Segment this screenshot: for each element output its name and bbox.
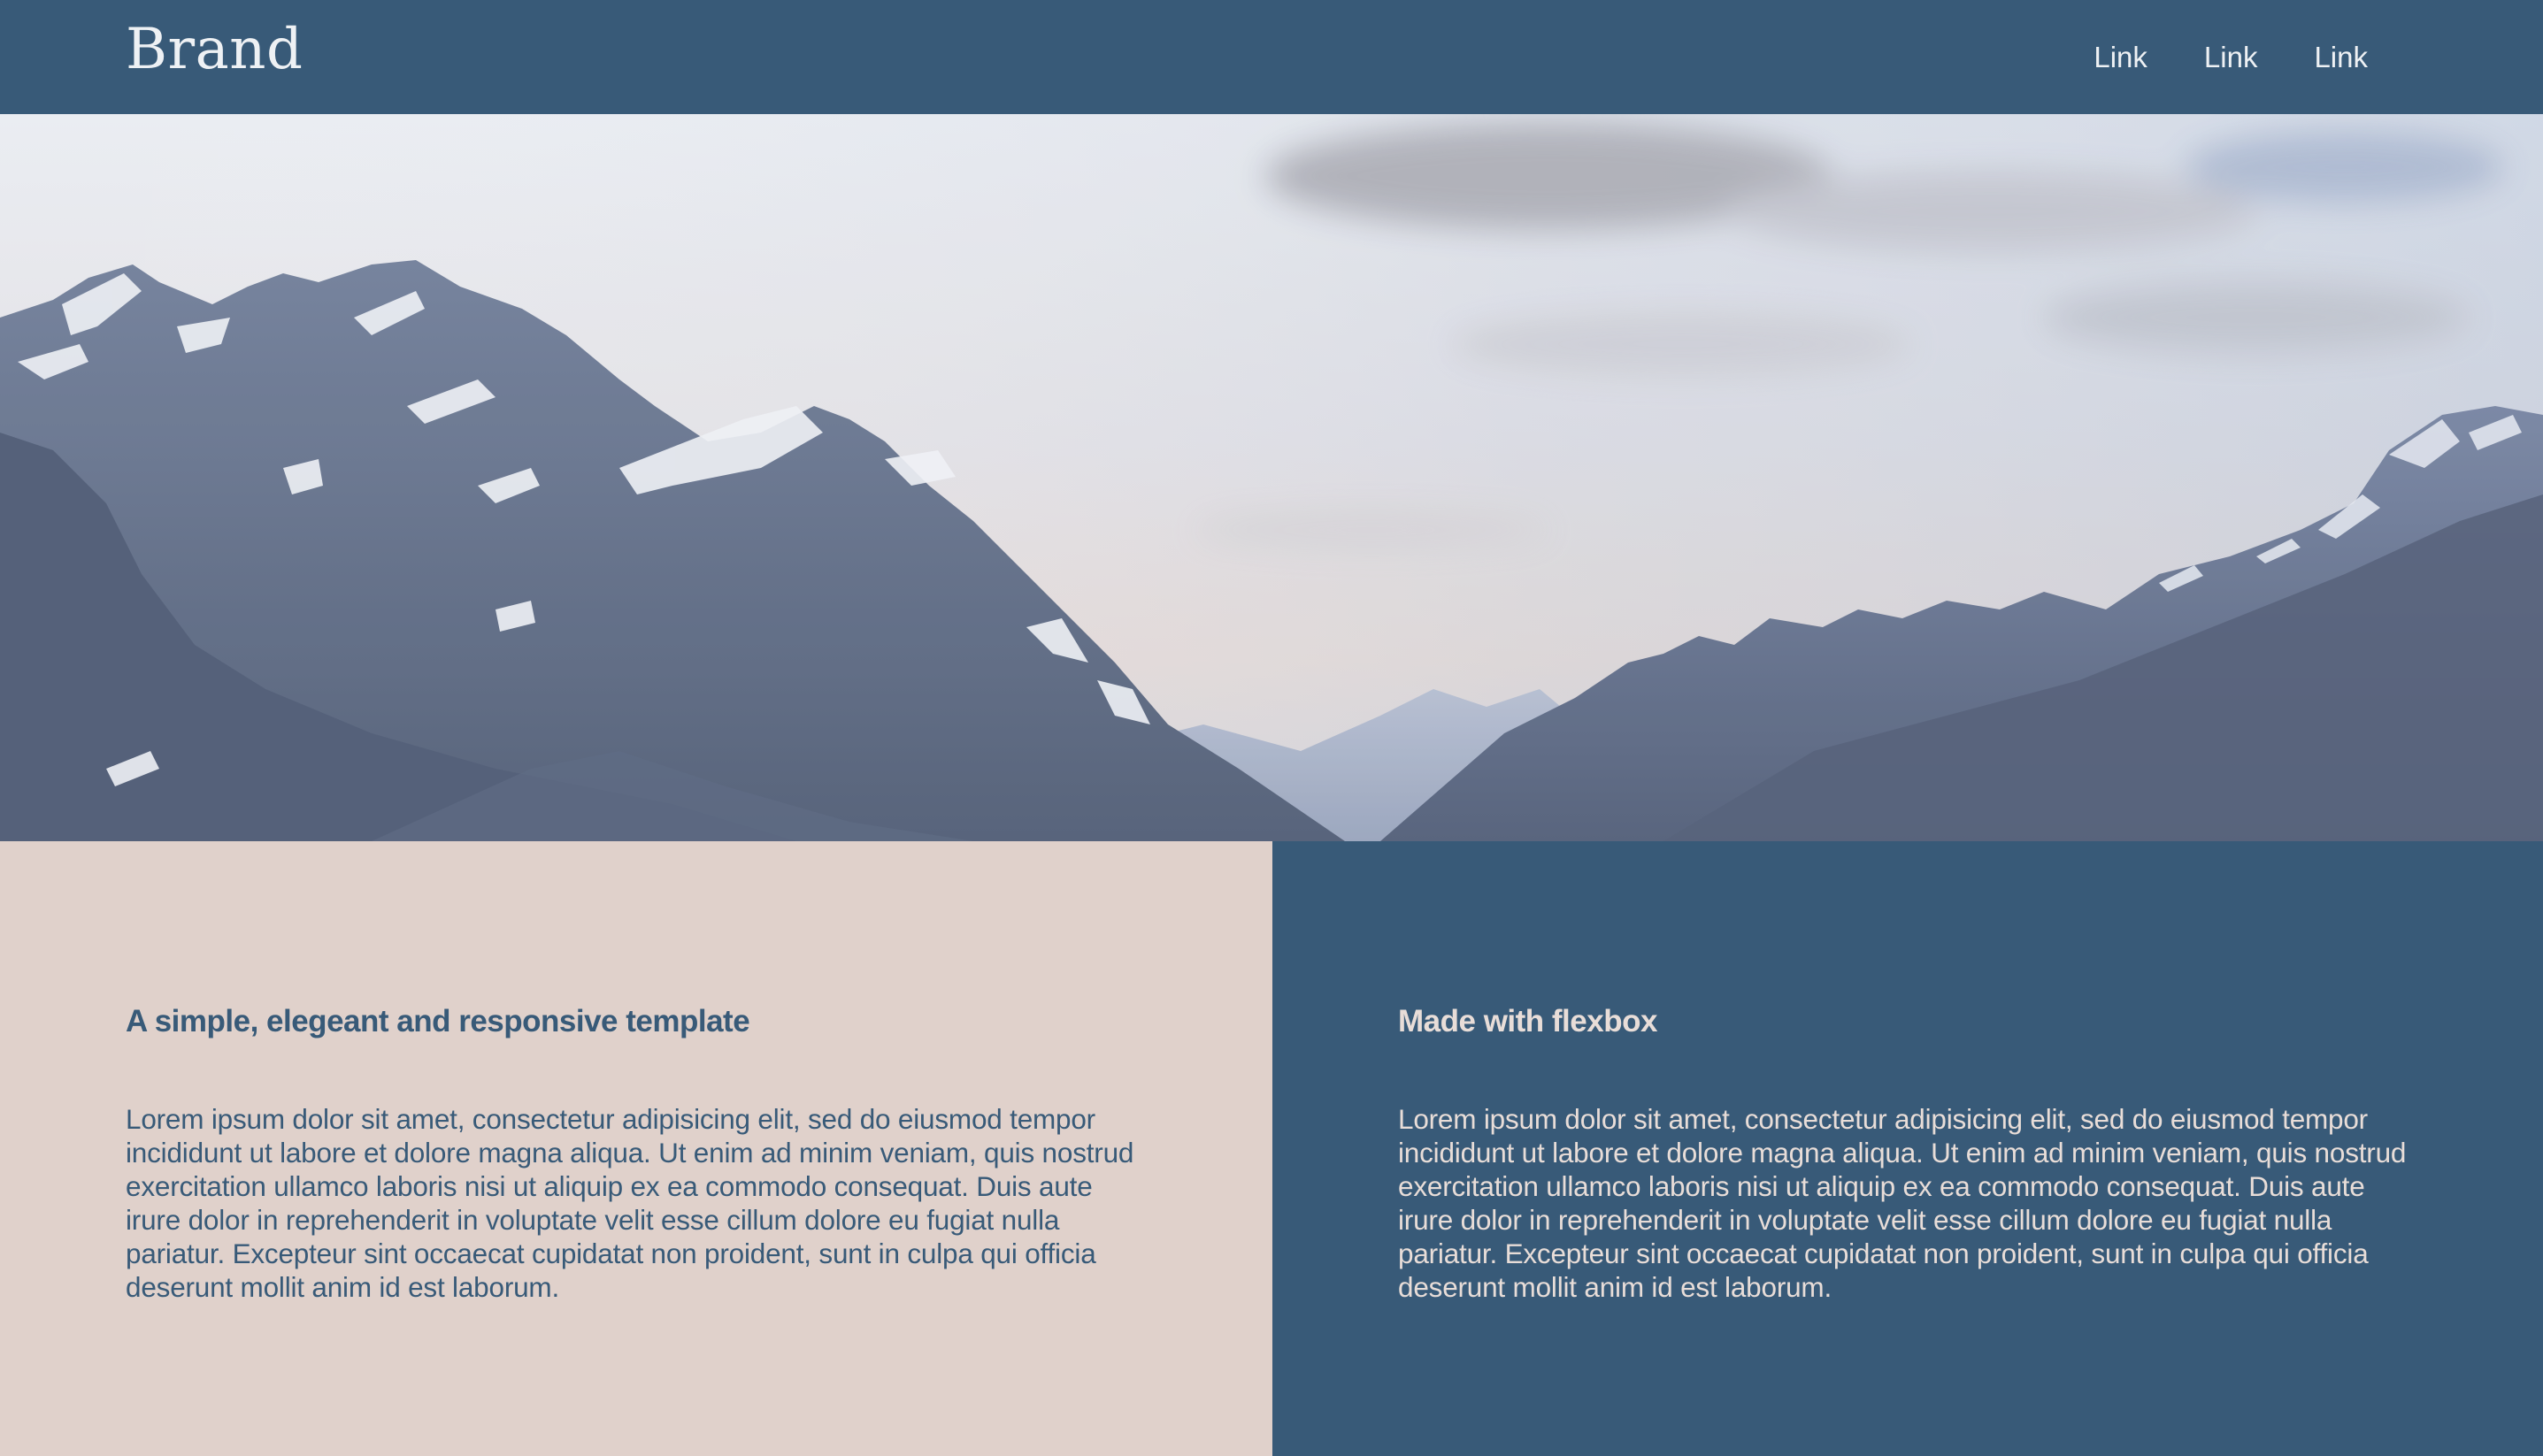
section-body-text: Lorem ipsum dolor sit amet, consectetur … bbox=[126, 1103, 1134, 1303]
nav-link-1[interactable]: Link bbox=[2094, 36, 2147, 79]
mountain-landscape-image bbox=[0, 114, 2543, 841]
section-heading: Made with flexbox bbox=[1398, 1004, 1657, 1038]
navbar: Brand Link Link Link bbox=[0, 0, 2543, 114]
section-heading: A simple, elegeant and responsive templa… bbox=[126, 1004, 750, 1038]
feature-section-flexbox: Made with flexbox Lorem ipsum dolor sit … bbox=[1272, 841, 2543, 1456]
hero-image bbox=[0, 114, 2543, 841]
feature-section-template: A simple, elegeant and responsive templa… bbox=[0, 841, 1272, 1456]
nav-links: Link Link Link bbox=[2094, 36, 2368, 79]
nav-link-2[interactable]: Link bbox=[2204, 36, 2258, 79]
nav-link-3[interactable]: Link bbox=[2314, 36, 2368, 79]
section-body-text: Lorem ipsum dolor sit amet, consectetur … bbox=[1398, 1103, 2407, 1303]
brand-logo[interactable]: Brand bbox=[126, 14, 303, 85]
